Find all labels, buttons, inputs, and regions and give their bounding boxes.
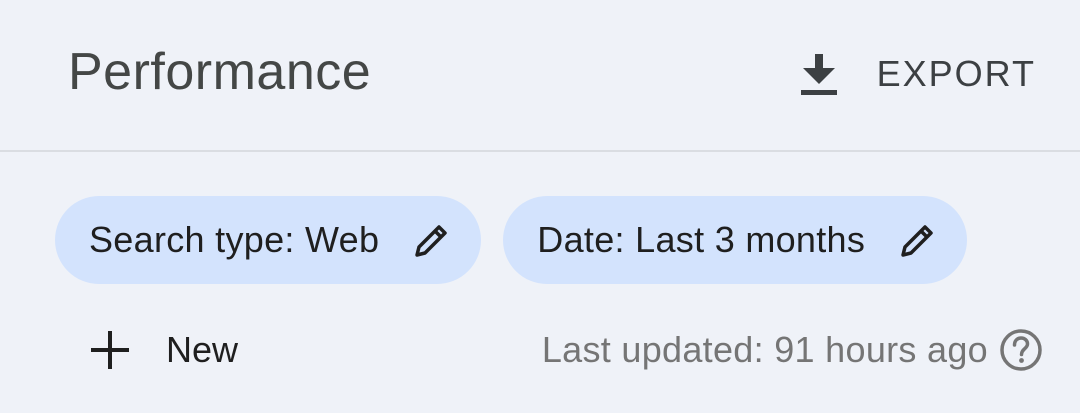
export-label: EXPORT	[876, 53, 1036, 94]
filter-chip-label: Date: Last 3 months	[537, 219, 866, 260]
pencil-icon	[415, 225, 448, 257]
new-filter-button[interactable]: New	[88, 322, 238, 378]
filter-chips: Search type: Web Date: Last 3 months	[55, 196, 968, 284]
filter-chip-date[interactable]: Date: Last 3 months	[503, 196, 968, 284]
last-updated-text: Last updated: 91 hours ago	[541, 329, 988, 370]
page-title: Performance	[68, 43, 372, 101]
filter-chip-label: Search type: Web	[89, 219, 380, 260]
filter-chip-search-type[interactable]: Search type: Web	[55, 196, 482, 284]
plus-icon	[91, 331, 129, 369]
new-label: New	[166, 329, 239, 370]
export-button[interactable]: EXPORT	[797, 46, 1036, 102]
last-updated-status: Last updated: 91 hours ago	[542, 326, 1044, 374]
download-icon	[800, 54, 837, 95]
help-circle-icon[interactable]	[998, 327, 1044, 373]
page-header: Performance EXPORT	[0, 0, 1080, 152]
pencil-icon	[901, 225, 933, 257]
